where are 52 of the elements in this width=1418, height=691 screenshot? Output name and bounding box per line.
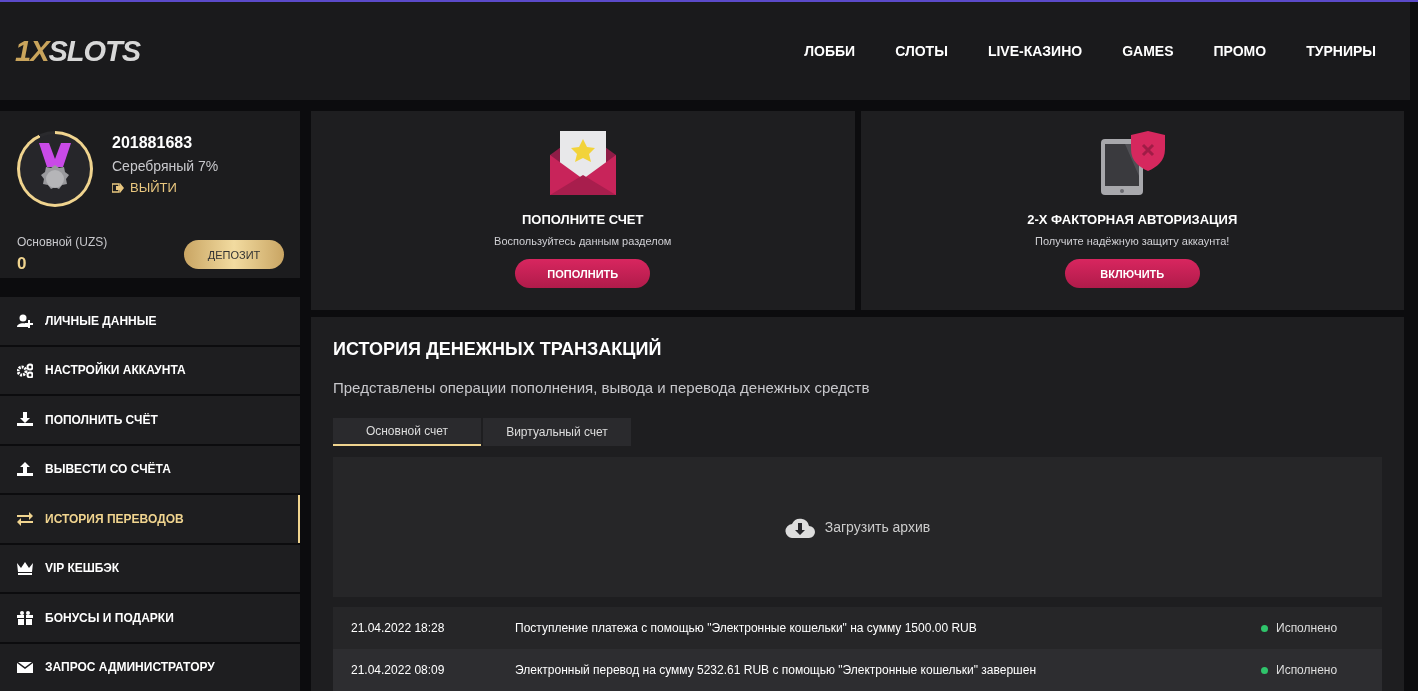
- sidebar-item[interactable]: БОНУСЫ И ПОДАРКИ: [0, 594, 300, 642]
- status-dot: [1261, 624, 1268, 632]
- transaction-description: Поступление платежа с помощью "Электронные кошельки" на сумму 1500.00 RUB: [515, 621, 978, 635]
- section-title: ИСТОРИЯ ДЕНЕЖНЫХ ТРАНЗАКЦИЙ: [333, 339, 663, 360]
- nav-link[interactable]: ЛОББИ: [804, 43, 856, 59]
- status-dot: [1261, 666, 1268, 674]
- transaction-date: 21.04.2022 18:28: [351, 621, 446, 635]
- cloud-download-icon: [784, 516, 815, 538]
- transaction-date: 21.04.2022 08:09: [351, 663, 446, 677]
- logout-link[interactable]: ВЫЙТИ: [112, 180, 177, 195]
- card-button[interactable]: ВКЛЮЧИТЬ: [1064, 259, 1200, 288]
- transaction-status: Исполнено: [1276, 663, 1338, 677]
- card-title: 2-Х ФАКТОРНАЯ АВТОРИЗАЦИЯ: [1027, 212, 1238, 227]
- nav-link[interactable]: ТУРНИРЫ: [1306, 43, 1376, 59]
- loyalty-level: Серебряный 7%: [112, 158, 219, 174]
- sidebar-item[interactable]: ЛИЧНЫЕ ДАННЫЕ: [0, 297, 300, 345]
- deposit-button[interactable]: ДЕПОЗИТ: [184, 240, 284, 269]
- gears-icon: [17, 362, 33, 378]
- sidebar-item[interactable]: ПОПОЛНИТЬ СЧЁТ: [0, 396, 300, 444]
- nav-link[interactable]: ПРОМО: [1213, 43, 1267, 59]
- sidebar-item[interactable]: VIP КЕШБЭК: [0, 544, 300, 593]
- site-logo: 1XSLOTS: [15, 34, 141, 68]
- envelope-star-drawing: [549, 131, 616, 195]
- card-text: Воспользуйтесь данным разделом: [494, 235, 672, 247]
- balance-value: 0: [17, 254, 28, 274]
- crown-icon: [17, 560, 33, 576]
- balance-label: Основной (UZS): [17, 235, 108, 249]
- card-title: ПОПОЛНИТЕ СЧЕТ: [522, 212, 644, 227]
- download-icon: [17, 412, 33, 428]
- card-text: Получите надёжную защиту аккаунта!: [1035, 235, 1230, 247]
- sidebar-item[interactable]: ВЫВЕСТИ СО СЧЁТА: [0, 445, 300, 494]
- envelope-icon: [17, 659, 33, 675]
- transfer-arrows-icon: [17, 511, 33, 527]
- sidebar-item[interactable]: НАСТРОЙКИ АККАУНТА: [0, 346, 300, 395]
- download-archive-button[interactable]: Загрузить архив: [778, 515, 937, 539]
- user-id: 201881683: [112, 134, 194, 152]
- user-plus-icon: [17, 313, 33, 329]
- sidebar-item[interactable]: ЗАПРОС АДМИНИСТРАТОРУ: [0, 643, 300, 691]
- phone-shield-drawing: [1099, 131, 1166, 195]
- section-subtitle: Представлены операции пополнения, вывода и перевода денежных средств: [333, 379, 871, 396]
- account-tab[interactable]: Основной счет: [333, 418, 481, 446]
- card-button[interactable]: ПОПОЛНИТЬ: [515, 259, 651, 288]
- gift-icon: [17, 610, 33, 626]
- transaction-description: Электронный перевод на сумму 5232.61 RUB с помощью "Электронные кошельки" завершен: [515, 663, 1038, 677]
- nav-link[interactable]: СЛОТЫ: [895, 43, 948, 59]
- logout-icon: [112, 182, 124, 193]
- sidebar-item[interactable]: ИСТОРИЯ ПЕРЕВОДОВ: [0, 495, 300, 543]
- transaction-status: Исполнено: [1276, 621, 1338, 635]
- nav-link[interactable]: GAMES: [1122, 43, 1174, 59]
- upload-icon: [17, 461, 33, 477]
- account-tab[interactable]: Виртуальный счет: [483, 418, 631, 446]
- nav-link[interactable]: LIVE-КАЗИНО: [987, 43, 1083, 59]
